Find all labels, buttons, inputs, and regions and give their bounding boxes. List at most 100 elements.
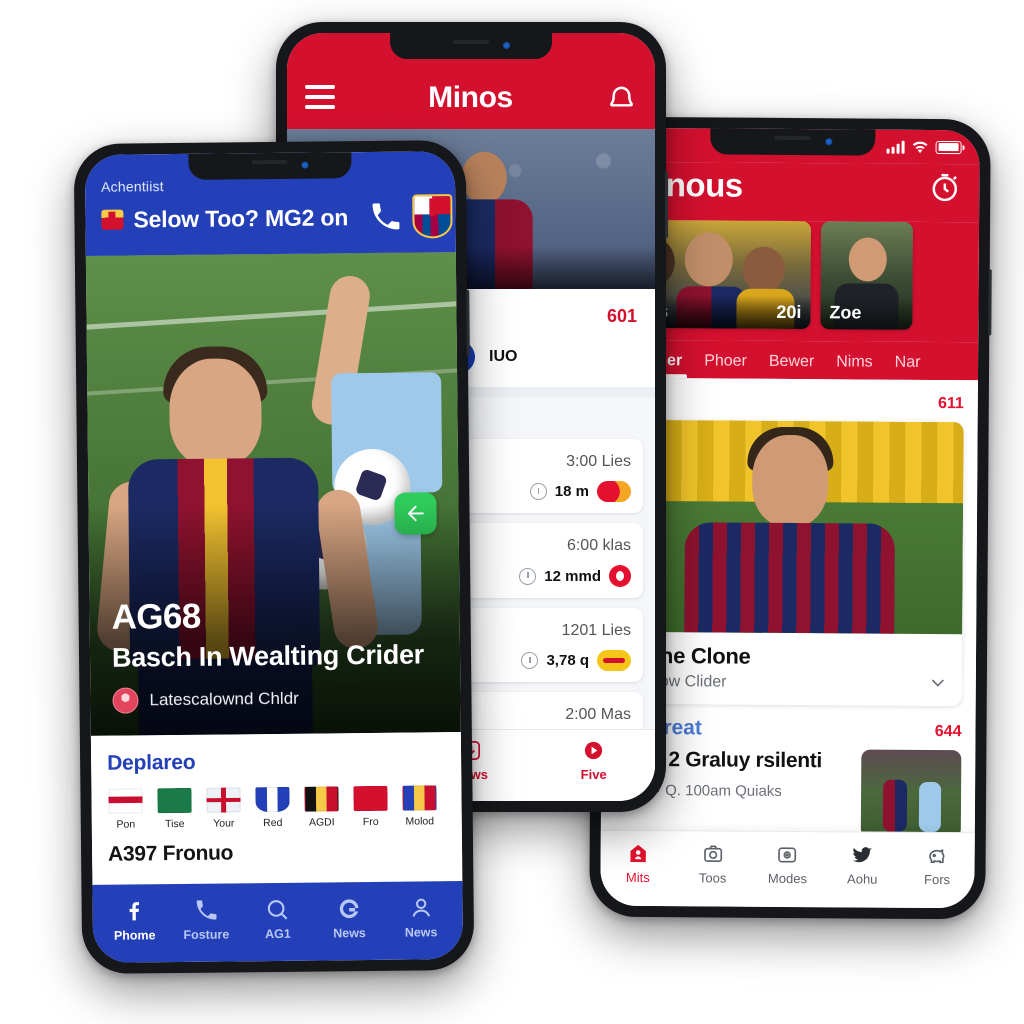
player-head [168,358,263,468]
flag-badge-icon [101,209,124,230]
right-app-title: Prinous [623,165,743,204]
flag-label: Your [213,817,235,830]
flag-item-2[interactable]: Your [205,787,241,830]
tab-label: Fors [924,871,951,888]
flag-item-0[interactable]: Pon [107,788,143,831]
left-hero-image[interactable]: AG68 Basch In Wealting Crider Latescalow… [85,252,461,736]
front-camera-icon [301,161,310,169]
speaker-grille [453,40,489,44]
match-time: 3:00 Lies [566,453,631,470]
flag-icon [255,786,290,813]
speaker-grille [774,135,811,141]
center-app-title: Minos [428,81,513,114]
front-camera-icon [825,138,833,146]
tab-label: News [404,925,438,940]
flag-item-3[interactable]: Red [254,786,290,829]
feed-card[interactable]: Onne Clone Viellow Clider [615,419,964,707]
feed-card-title: Onne Clone [629,642,751,669]
player-head [751,434,829,528]
thumb-player-a [882,779,908,832]
left-header-title-row: Selow Too? MG2 on [101,194,453,242]
hero-meta: Latescalownd Chldr [112,684,442,714]
clock-icon [529,483,547,500]
clock-icon [519,567,537,585]
match-time: 2:00 Mas [565,706,631,723]
section-subtitle: A397 Fronuo [107,841,234,866]
flag-item-5[interactable]: Fro [352,785,388,829]
flag-icon [304,786,339,812]
eto-count: 601 [606,305,637,326]
chip-trailing-label: IUO [489,348,518,365]
section-header-a: n up 611 [618,388,964,414]
flag-icon [157,787,192,814]
match-time: 1201 Lies [561,622,631,639]
club-crest-icon [411,194,453,239]
player-head [461,151,507,204]
flag-item-1[interactable]: Tise [156,787,192,831]
tab-modes[interactable]: Modes [750,843,825,889]
tab-news-g[interactable]: News [313,896,385,941]
tab-bewer[interactable]: Bewer [758,353,826,379]
tab-mits[interactable]: Mits [600,842,675,888]
flag-label: Fro [362,815,379,829]
left-deplareo-section: Deplareo Pon Tise Your Red AGDI Fro Molo… [90,732,463,867]
tab-news-person[interactable]: News [385,895,457,940]
flag-label: AGDI [308,816,335,829]
tab-label: Modes [767,870,808,887]
flag-icon [402,785,437,811]
feed-card-body: Onne Clone Viellow Clider [616,632,962,706]
section-count: 644 [934,723,962,741]
tab-label: Mits [625,869,650,886]
phone-call-icon[interactable] [368,200,402,234]
story-card-player[interactable]: Zoe [820,221,914,330]
hamburger-menu-icon[interactable] [305,85,335,115]
feed-card-subtitle: Viellow Clider [629,672,727,691]
tab-label: Aohu [847,871,878,887]
flag-item-4[interactable]: AGDI [303,786,339,829]
flag-item-6[interactable]: Molod [401,785,437,828]
tab-five[interactable]: Five [532,739,655,784]
payment-badge-icon [597,650,631,671]
thumb-player-b [918,781,942,833]
hero-copy: AG68 Basch In Wealting Crider Latescalow… [111,596,442,714]
player-jersey [684,522,895,634]
tab-ag1[interactable]: AG1 [242,897,314,942]
tab-phome[interactable]: Phome [99,898,171,943]
hero-title: Basch In Wealting Crider [111,639,425,673]
flag-row[interactable]: Pon Tise Your Red AGDI Fro Molod [107,785,445,831]
payment-badge-icon [597,481,631,502]
tab-fosture[interactable]: Fosture [170,897,242,942]
feed-card-text: Onne Clone Viellow Clider [630,643,928,693]
tab-label: Toos [698,870,727,886]
tab-nims[interactable]: Nims [825,353,884,379]
news-thumbnail [860,749,962,839]
story-label: Zoe [820,296,913,330]
speaker-grille [251,159,288,165]
tab-aohu[interactable]: Aohu [825,843,900,889]
match-time: 6:00 klas [566,537,631,554]
tab-toos[interactable]: Toos [675,842,750,888]
left-bottom-tabbar[interactable]: Phome Fosture AG1 News News [92,881,464,963]
stopwatch-icon[interactable] [928,170,961,203]
hero-source-label: Latescalownd Chldr [149,688,299,710]
tab-fors[interactable]: Fors [900,844,975,890]
flag-label: Molod [405,815,435,828]
flag-label: Tise [164,817,185,831]
match-value: 3,78 q [546,652,589,669]
story-face [848,237,887,282]
tab-label: Phome [113,928,156,943]
feed-card-image [616,419,964,635]
notification-bell-icon[interactable] [606,84,637,115]
tab-phoer[interactable]: Phoer [693,352,758,378]
phone-left: Achentiist Selow Too? MG2 on AG68 Basch … [73,139,475,975]
notch [188,152,352,180]
tab-nar[interactable]: Nar [884,354,932,380]
chevron-down-icon[interactable] [928,673,948,693]
right-bottom-tabbar[interactable]: Mits Toos Modes Aohu Fors [600,829,975,909]
story-face [684,232,733,287]
front-camera-icon [502,42,510,49]
tab-label: Five [580,767,607,782]
left-header-title: Selow Too? MG2 on [133,203,349,232]
flag-icon [108,788,143,814]
tab-label: Fosture [183,927,230,942]
